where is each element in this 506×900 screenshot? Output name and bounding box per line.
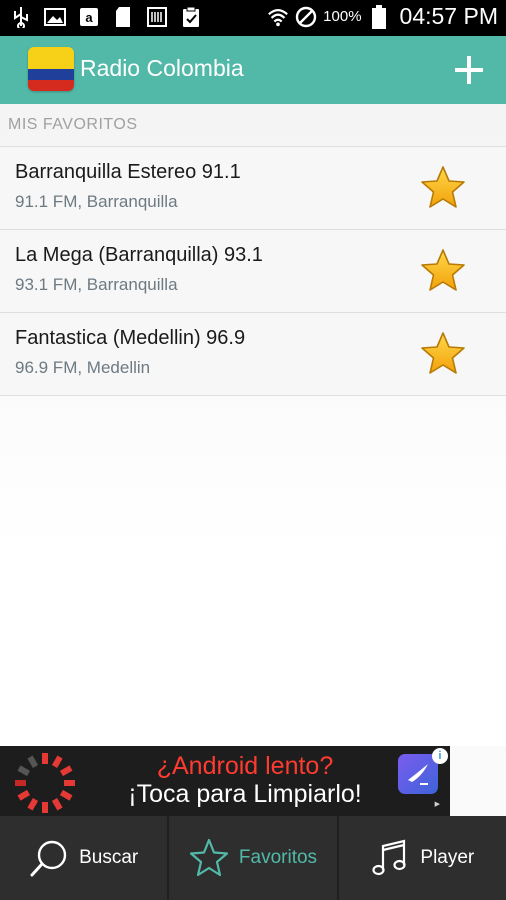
favorites-list: Barranquilla Estereo 91.1 91.1 FM, Barra… [0,146,506,396]
colombia-flag-icon [28,47,74,91]
station-frequency-city: 91.1 FM, Barranquilla [15,192,178,211]
favorite-station-row[interactable]: Fantastica (Medellin) 96.9 96.9 FM, Mede… [0,313,506,396]
svg-text:a: a [85,10,93,25]
do-not-disturb-icon [295,6,317,28]
ad-banner[interactable]: ¿Android lento? ¡Toca para Limpiarlo! ▶ … [0,746,450,816]
station-frequency-city: 96.9 FM, Medellin [15,358,151,377]
favorite-star-icon[interactable] [420,248,466,294]
tab-favoritos[interactable]: Favoritos [167,816,336,900]
barcode-icon [146,6,168,28]
status-bar: a 100% 04:57 PM [0,0,506,36]
star-outline-icon [189,838,229,877]
image-icon [44,6,66,28]
status-system-icons: 100% 04:57 PM [267,3,498,30]
favorites-section-header: MIS FAVORITOS [8,116,138,133]
ad-margin [450,746,506,816]
app-bar: Radio Colombia [0,36,506,104]
ad-subline: ¡Toca para Limpiarlo! [128,780,362,808]
station-frequency-city: 93.1 FM, Barranquilla [15,275,178,294]
search-icon [30,840,67,877]
tab-label: Buscar [79,847,139,868]
favorite-station-row[interactable]: Barranquilla Estereo 91.1 91.1 FM, Barra… [0,147,506,230]
clipboard-icon [180,6,202,28]
usb-icon [10,6,32,28]
google-play-badge-icon: ▶ [434,800,440,808]
wifi-icon [267,6,289,28]
ad-info-icon[interactable]: i [432,748,448,764]
tab-label: Favoritos [238,847,318,868]
battery-percent: 100% [323,8,362,25]
music-note-icon [372,839,406,876]
favorites-content: MIS FAVORITOS Barranquilla Estereo 91.1 … [0,104,506,746]
bottom-navigation: Buscar Favoritos Player [0,816,506,900]
app-title: Radio Colombia [80,55,244,81]
station-name: Fantastica (Medellin) 96.9 [15,327,246,349]
station-name: Barranquilla Estereo 91.1 [15,161,241,183]
status-notification-icons: a [10,6,202,28]
ad-app-icon [398,754,438,794]
amazon-icon: a [78,6,100,28]
tab-label: Player [420,847,475,868]
favorite-star-icon[interactable] [420,331,466,377]
battery-icon [368,4,390,29]
status-clock: 04:57 PM [399,3,498,29]
favorite-star-icon[interactable] [420,165,466,211]
sd-card-icon [112,6,134,28]
station-name: La Mega (Barranquilla) 93.1 [15,244,263,266]
ad-headline: ¿Android lento? [156,752,334,780]
add-station-button[interactable] [454,55,484,85]
favorite-station-row[interactable]: La Mega (Barranquilla) 93.1 93.1 FM, Bar… [0,230,506,313]
tab-player[interactable]: Player [336,816,506,900]
tab-buscar[interactable]: Buscar [0,816,167,900]
